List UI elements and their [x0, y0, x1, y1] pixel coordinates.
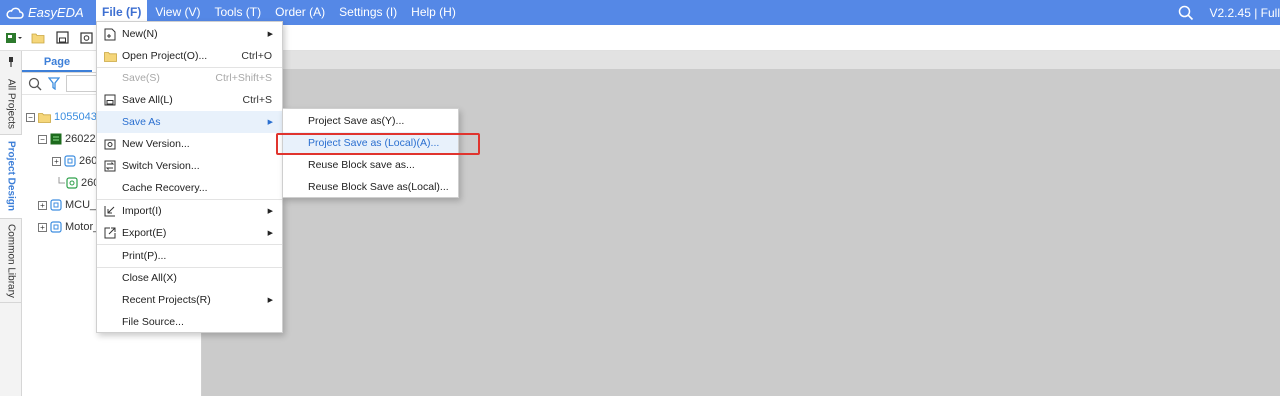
- expand-icon[interactable]: +: [52, 156, 61, 166]
- new-file-icon: [103, 27, 117, 41]
- export-icon: [103, 226, 117, 240]
- chevron-right-icon: ▶: [267, 208, 273, 215]
- folder-icon: [103, 49, 117, 63]
- chevron-right-icon: ▶: [267, 230, 273, 237]
- camera-icon[interactable]: [76, 28, 96, 48]
- pcb-icon: [66, 177, 78, 189]
- blank-icon: [103, 249, 117, 263]
- highlight-annotation-box: [276, 133, 480, 155]
- tree-connector-icon: [58, 177, 65, 184]
- chevron-right-icon: ▶: [267, 119, 273, 126]
- blank-icon: [103, 115, 117, 129]
- save-icon: [103, 93, 117, 107]
- cloud-logo-icon: [6, 7, 24, 19]
- menu-item-new-version[interactable]: New Version...: [97, 133, 282, 155]
- block-icon: [50, 221, 62, 233]
- tree-label: 260: [79, 155, 98, 167]
- search-icon[interactable]: [28, 77, 42, 91]
- submenu-reuse-block-save-as[interactable]: Reuse Block save as...: [283, 154, 458, 176]
- vtab-all-projects[interactable]: All Projects: [0, 75, 22, 135]
- search-icon[interactable]: [1178, 5, 1194, 21]
- editor-canvas[interactable]: [202, 51, 1280, 396]
- schematic-icon: [64, 155, 76, 167]
- menubar-right: V2.2.45 | Full: [1178, 0, 1280, 25]
- tree-label: Motor_: [65, 221, 100, 233]
- menu-item-print[interactable]: Print(P)...: [97, 245, 282, 267]
- vtab-project-design[interactable]: Project Design: [0, 135, 22, 219]
- vertical-tab-strip: All Projects Project Design Common Libra…: [0, 51, 22, 396]
- blank-icon: [103, 315, 117, 329]
- collapse-icon[interactable]: −: [26, 112, 35, 122]
- menu-item-close-all[interactable]: Close All(X): [97, 267, 282, 289]
- tab-page[interactable]: Page: [22, 51, 92, 72]
- blank-icon: [103, 293, 117, 307]
- chevron-right-icon: ▶: [267, 297, 273, 304]
- blank-icon: [103, 71, 117, 85]
- canvas-tab-strip: [202, 51, 1280, 69]
- menu-item-export[interactable]: Export(E) ▶: [97, 222, 282, 244]
- expand-icon[interactable]: +: [38, 200, 47, 210]
- menu-help[interactable]: Help (H): [405, 0, 462, 25]
- import-icon: [103, 204, 117, 218]
- expand-icon[interactable]: +: [38, 222, 47, 232]
- submenu-reuse-block-save-as-local[interactable]: Reuse Block Save as(Local)...: [283, 176, 458, 198]
- filter-icon[interactable]: [48, 77, 60, 90]
- menu-item-save[interactable]: Save(S) Ctrl+Shift+S: [97, 67, 282, 89]
- board-icon: [50, 133, 62, 145]
- menu-item-file-source[interactable]: File Source...: [97, 311, 282, 333]
- block-icon: [50, 199, 62, 211]
- blank-icon: [103, 181, 117, 195]
- version-label: V2.2.45 | Full: [1209, 5, 1280, 20]
- submenu-project-save-as[interactable]: Project Save as(Y)...: [283, 110, 458, 132]
- menu-item-switch-version[interactable]: Switch Version...: [97, 155, 282, 177]
- menu-item-cache-recovery[interactable]: Cache Recovery...: [97, 177, 282, 199]
- menu-item-save-as[interactable]: Save As ▶: [97, 111, 282, 133]
- switch-version-icon: [103, 159, 117, 173]
- logo-text: EasyEDA: [28, 5, 84, 20]
- blank-icon: [103, 271, 117, 285]
- pin-icon[interactable]: [0, 51, 22, 73]
- menu-item-new[interactable]: New(N) ▶: [97, 23, 282, 45]
- app-logo[interactable]: EasyEDA: [0, 0, 96, 25]
- new-project-icon[interactable]: [4, 28, 24, 48]
- camera-icon: [103, 137, 117, 151]
- file-menu-dropdown: New(N) ▶ Open Project(O)... Ctrl+O Save(…: [96, 21, 283, 333]
- menu-item-recent-projects[interactable]: Recent Projects(R) ▶: [97, 289, 282, 311]
- open-folder-icon[interactable]: [28, 28, 48, 48]
- menu-item-import[interactable]: Import(I) ▶: [97, 200, 282, 222]
- menu-settings[interactable]: Settings (I): [333, 0, 403, 25]
- menu-item-save-all[interactable]: Save All(L) Ctrl+S: [97, 89, 282, 111]
- collapse-icon[interactable]: −: [38, 134, 47, 144]
- chevron-right-icon: ▶: [267, 31, 273, 38]
- save-icon[interactable]: [52, 28, 72, 48]
- menu-item-open-project[interactable]: Open Project(O)... Ctrl+O: [97, 45, 282, 67]
- vtab-common-library[interactable]: Common Library: [0, 219, 22, 303]
- folder-icon: [38, 112, 51, 123]
